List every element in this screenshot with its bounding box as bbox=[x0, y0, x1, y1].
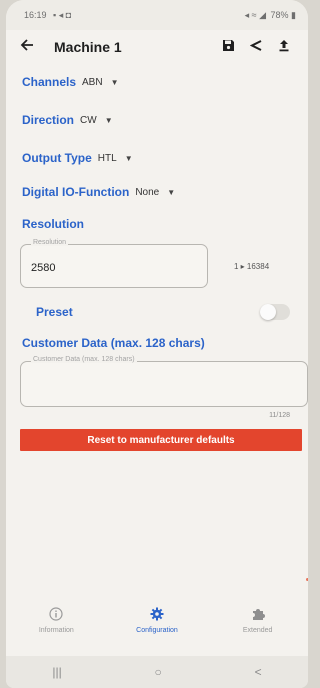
channels-value: ABN bbox=[82, 76, 103, 88]
customer-data-input[interactable]: Customer Data (max. 128 chars) bbox=[20, 356, 308, 407]
status-right: ◂ ≈ ◢ 78% ▮ bbox=[245, 10, 296, 21]
resolution-value: 2580 bbox=[31, 262, 56, 274]
customer-data-heading-row: Customer Data (max. 128 chars) bbox=[22, 333, 298, 353]
resolution-range: 1 ▸ 16384 bbox=[234, 261, 270, 271]
direction-value: CW bbox=[80, 114, 97, 126]
resolution-input[interactable]: Resolution 2580 bbox=[20, 239, 208, 288]
preset-toggle[interactable] bbox=[260, 304, 290, 320]
bottom-navigation: Information Configuration Extended bbox=[6, 606, 308, 654]
output-type-row[interactable]: Output Type HTL ▼ bbox=[22, 148, 298, 168]
page-title: Machine 1 bbox=[54, 39, 122, 55]
resolution-heading: Resolution bbox=[22, 217, 84, 231]
status-left: 16:19 ▪ ◂ ◘ bbox=[24, 10, 71, 21]
preset-label: Preset bbox=[36, 305, 73, 319]
share-icon[interactable] bbox=[242, 39, 270, 56]
output-type-label: Output Type bbox=[22, 151, 92, 165]
arrow-left-icon[interactable] bbox=[20, 38, 54, 57]
settings-content: Channels ABN ▼ Direction CW ▼ Output Typ… bbox=[6, 72, 308, 451]
phone-screen: 16:19 ▪ ◂ ◘ ◂ ≈ ◢ 78% ▮ Machine 1 Channe… bbox=[6, 0, 308, 688]
digital-io-row[interactable]: Digital IO-Function None ▼ bbox=[22, 182, 298, 202]
puzzle-icon bbox=[251, 606, 265, 626]
status-signal-icons: ◂ ≈ ◢ bbox=[244, 9, 266, 20]
status-time: 16:19 bbox=[24, 9, 47, 20]
nav-information[interactable]: Information bbox=[11, 606, 101, 654]
output-type-value: HTL bbox=[97, 152, 117, 164]
resolution-field-label: Resolution bbox=[31, 239, 69, 246]
digital-io-value: None bbox=[135, 186, 160, 198]
recents-icon[interactable]: ||| bbox=[52, 665, 61, 679]
direction-row[interactable]: Direction CW ▼ bbox=[22, 110, 298, 130]
nav-configuration-label: Configuration bbox=[136, 627, 178, 634]
customer-data-heading: Customer Data (max. 128 chars) bbox=[22, 336, 205, 350]
reset-defaults-button[interactable]: Reset to manufacturer defaults bbox=[20, 429, 302, 451]
customer-data-counter: 11/128 bbox=[269, 412, 290, 419]
battery-level: 78% bbox=[270, 9, 289, 20]
chevron-down-icon: ▼ bbox=[124, 153, 133, 163]
resolution-heading-row: Resolution bbox=[22, 214, 298, 234]
chevron-down-icon: ▼ bbox=[167, 187, 176, 197]
toggle-knob bbox=[260, 304, 276, 320]
edge-indicator bbox=[306, 578, 308, 581]
save-icon[interactable] bbox=[214, 39, 242, 56]
direction-label: Direction bbox=[22, 113, 75, 127]
chevron-down-icon: ▼ bbox=[110, 77, 119, 87]
channels-row[interactable]: Channels ABN ▼ bbox=[22, 72, 298, 92]
battery-icon: ▮ bbox=[291, 9, 296, 20]
gear-icon bbox=[150, 606, 164, 626]
resolution-row: Resolution 2580 1 ▸ 16384 bbox=[20, 239, 298, 288]
nav-extended[interactable]: Extended bbox=[213, 606, 303, 654]
digital-io-label: Digital IO-Function bbox=[22, 185, 130, 199]
nav-information-label: Information bbox=[38, 627, 74, 634]
status-bar: 16:19 ▪ ◂ ◘ ◂ ≈ ◢ 78% ▮ bbox=[6, 0, 308, 30]
info-icon bbox=[49, 606, 63, 626]
chevron-down-icon: ▼ bbox=[104, 115, 113, 125]
channels-label: Channels bbox=[22, 75, 77, 89]
nav-extended-label: Extended bbox=[242, 627, 273, 634]
upload-icon[interactable] bbox=[270, 39, 298, 56]
status-notification-icons: ▪ ◂ ◘ bbox=[53, 9, 72, 20]
back-icon[interactable]: < bbox=[255, 665, 262, 679]
system-navigation-bar: ||| ○ < bbox=[6, 656, 308, 688]
customer-data-field-label: Customer Data (max. 128 chars) bbox=[31, 356, 137, 363]
home-icon[interactable]: ○ bbox=[155, 665, 162, 679]
preset-row: Preset bbox=[22, 302, 298, 322]
app-bar: Machine 1 bbox=[6, 30, 308, 64]
nav-configuration[interactable]: Configuration bbox=[112, 606, 202, 654]
